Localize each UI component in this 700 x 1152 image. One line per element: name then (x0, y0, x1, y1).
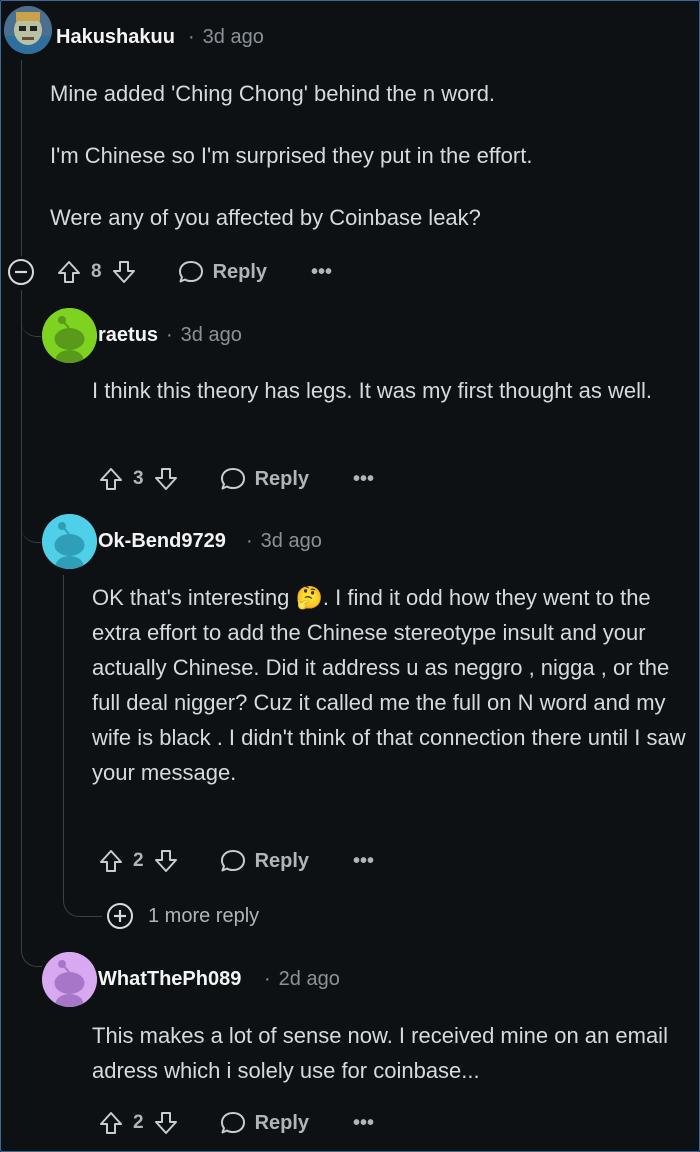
more-options-button[interactable]: ••• (353, 851, 374, 871)
username-hakushakuu[interactable]: Hakushakuu (56, 26, 175, 49)
thread-connector-more-replies (63, 880, 102, 917)
action-bar-okbend9729: 2 Reply ••• (98, 841, 374, 881)
username-raetus[interactable]: raetus (98, 324, 158, 347)
comment-body-hakushakuu: Mine added 'Ching Chong' behind the n wo… (50, 76, 670, 235)
thread-connector-raetus (21, 300, 41, 337)
timestamp-hakushakuu: · 3d ago (188, 26, 264, 48)
upvote-icon[interactable] (98, 466, 124, 492)
vote-count: 2 (133, 1112, 144, 1133)
timestamp-okbend9729: · 3d ago (246, 530, 322, 552)
thread-line-main-lower (21, 290, 22, 950)
expand-icon (107, 903, 133, 929)
avatar-raetus[interactable] (42, 308, 97, 363)
downvote-icon[interactable] (111, 259, 137, 285)
comment-body-raetus: I think this theory has legs. It was my … (92, 378, 653, 403)
username-okbend9729[interactable]: Ok-Bend9729 (98, 530, 226, 553)
thread-connector-okbend (21, 500, 41, 543)
snoo-avatar-icon (42, 308, 97, 363)
reply-bubble-icon (178, 261, 203, 283)
username-whatthep089[interactable]: WhatThePh089 (98, 968, 241, 991)
upvote-icon[interactable] (56, 259, 82, 285)
more-options-button[interactable]: ••• (353, 469, 374, 489)
reply-button[interactable]: Reply (177, 258, 267, 286)
comment-body-okbend9729: OK that's interesting 🤔. I find it odd h… (92, 585, 686, 785)
vote-count: 3 (133, 468, 144, 489)
timestamp-raetus: · 3d ago (166, 324, 242, 346)
action-bar-raetus: 3 Reply ••• (98, 459, 374, 499)
vote-count: 2 (133, 850, 144, 871)
more-options-button[interactable]: ••• (311, 262, 332, 282)
comment-paragraph: Mine added 'Ching Chong' behind the n wo… (50, 81, 496, 106)
reply-button[interactable]: Reply (219, 1109, 309, 1137)
more-replies-button[interactable]: 1 more reply (106, 902, 259, 930)
comment-paragraph: Were any of you affected by Coinbase lea… (50, 205, 481, 230)
avatar-okbend9729[interactable] (42, 514, 97, 569)
comment-body-whatthep089: This makes a lot of sense now. I receive… (92, 1023, 668, 1083)
thread-connector-whatthe (21, 930, 42, 967)
snoo-avatar-icon (42, 952, 97, 1007)
snoo-avatar-icon (42, 514, 97, 569)
collapse-icon[interactable] (7, 258, 35, 286)
action-bar-hakushakuu: 8 Reply ••• (56, 252, 332, 292)
downvote-icon[interactable] (153, 848, 179, 874)
downvote-icon[interactable] (153, 1110, 179, 1136)
reply-bubble-icon (220, 1112, 245, 1134)
reply-button[interactable]: Reply (219, 847, 309, 875)
upvote-icon[interactable] (98, 848, 124, 874)
timestamp-whatthep089: · 2d ago (264, 968, 340, 990)
downvote-icon[interactable] (153, 466, 179, 492)
vote-count: 8 (91, 261, 102, 282)
action-bar-whatthep089: 2 Reply ••• (98, 1103, 374, 1143)
avatar-whatthep089[interactable] (42, 952, 97, 1007)
avatar-hakushakuu[interactable] (4, 6, 52, 54)
reply-bubble-icon (220, 468, 245, 490)
reply-bubble-icon (220, 850, 245, 872)
comment-paragraph: I'm Chinese so I'm surprised they put in… (50, 143, 533, 168)
more-options-button[interactable]: ••• (353, 1113, 374, 1133)
upvote-icon[interactable] (98, 1110, 124, 1136)
more-replies-label: 1 more reply (148, 904, 260, 927)
reply-button[interactable]: Reply (219, 465, 309, 493)
thread-line-okbend (63, 575, 64, 893)
thread-line-main (21, 60, 22, 256)
